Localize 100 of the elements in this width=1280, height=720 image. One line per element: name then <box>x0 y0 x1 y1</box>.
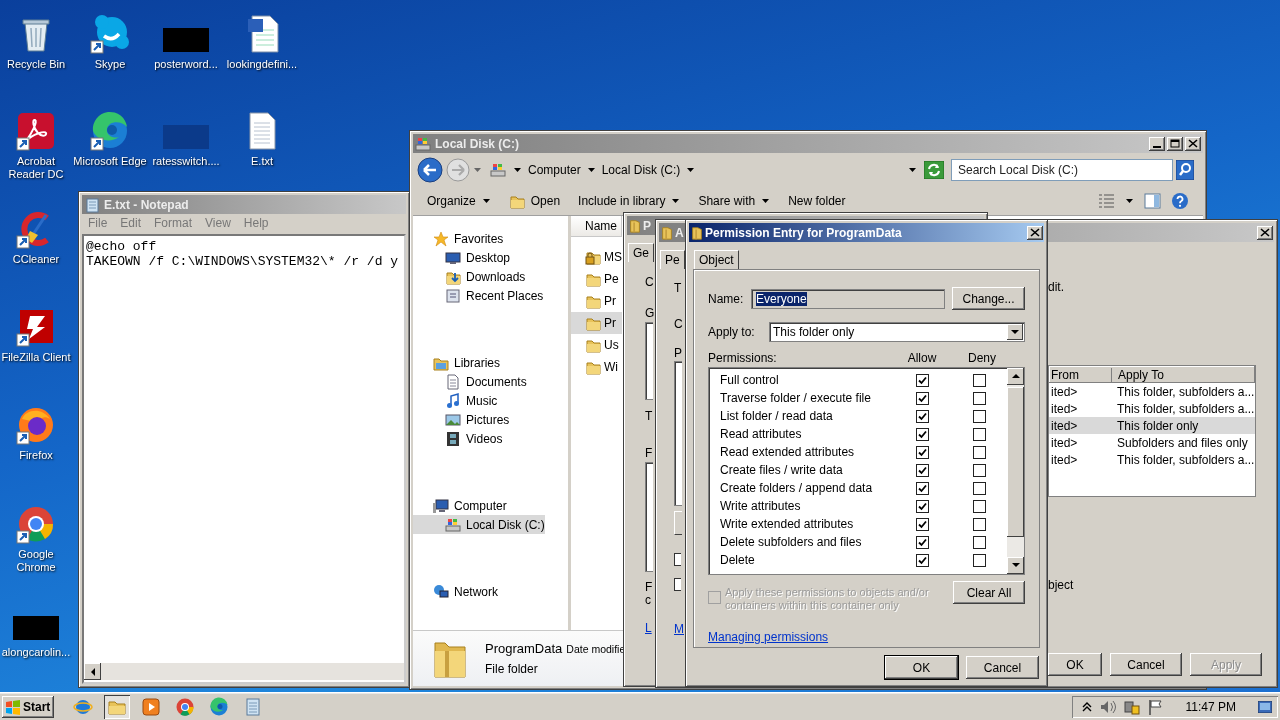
nav-item[interactable]: Recent Places <box>413 286 544 305</box>
table-row[interactable]: ited> This folder, subfolders a... <box>1049 400 1255 417</box>
speaker-icon[interactable] <box>1099 698 1116 715</box>
show-desktop-icon[interactable] <box>1258 700 1272 713</box>
nav-item[interactable]: Favorites <box>413 229 544 248</box>
table-row[interactable]: ited> This folder, subfolders a... <box>1049 451 1255 468</box>
browser-icon[interactable] <box>16 504 56 544</box>
checkbox[interactable] <box>973 553 986 567</box>
checkbox[interactable] <box>973 427 986 441</box>
folder-entry[interactable]: Pr <box>571 312 622 334</box>
network-icon[interactable] <box>1123 698 1140 715</box>
start-button[interactable]: Start <box>2 695 55 718</box>
scroll-down-button[interactable] <box>1007 557 1024 574</box>
desktop-icon-label[interactable]: FileZilla Client <box>1 351 71 364</box>
folder-entry[interactable]: Pr <box>571 290 622 312</box>
nav-item[interactable]: Desktop <box>413 248 544 267</box>
checkbox[interactable] <box>915 409 929 423</box>
desktop-icon-label[interactable]: Microsoft Edge <box>73 155 147 168</box>
checkbox[interactable] <box>915 427 929 441</box>
name-field[interactable]: Everyone <box>751 288 945 309</box>
checkbox[interactable] <box>973 481 986 495</box>
nav-item[interactable]: Network <box>413 582 498 601</box>
list-box[interactable] <box>645 462 653 572</box>
clear-all-button[interactable]: Clear All <box>953 581 1025 604</box>
browser-icon[interactable] <box>16 405 56 445</box>
checkbox[interactable] <box>915 391 929 405</box>
nav-item[interactable]: Pictures <box>413 410 527 429</box>
toolbar-button[interactable]: Organize <box>423 192 495 210</box>
change-button[interactable]: Change... <box>952 287 1025 310</box>
flag-icon[interactable] <box>1147 698 1164 715</box>
scroll-left-button[interactable] <box>84 663 101 680</box>
apply-to-dropdown[interactable]: This folder only <box>769 322 1025 342</box>
desktop-icon-label[interactable]: Firefox <box>19 449 53 462</box>
breadcrumb-item[interactable]: Computer <box>528 163 581 177</box>
checkbox[interactable] <box>915 517 929 531</box>
chat-app-icon[interactable] <box>90 14 130 54</box>
taskbar-button[interactable] <box>104 694 131 719</box>
checkbox[interactable] <box>915 535 929 549</box>
minimize-button[interactable] <box>1149 136 1165 151</box>
checkbox[interactable] <box>973 517 986 531</box>
column-header[interactable]: Apply To <box>1111 367 1255 382</box>
folder-entry[interactable]: Wi <box>571 356 622 378</box>
link[interactable]: L <box>645 621 657 635</box>
folder-entry[interactable]: MS <box>571 246 622 268</box>
table-row[interactable]: ited> This folder only <box>1049 417 1255 434</box>
checkbox[interactable] <box>915 445 929 459</box>
tab[interactable]: Pe <box>660 250 685 269</box>
table-row[interactable]: ited> This folder, subfolders a... <box>1049 383 1255 400</box>
list-box[interactable] <box>674 361 682 506</box>
dialog-button[interactable]: Cancel <box>966 656 1039 679</box>
maximize-button[interactable] <box>1167 136 1183 151</box>
folder-entry[interactable]: Us <box>571 334 622 356</box>
desktop-icon-label[interactable]: Recycle Bin <box>6 58 66 71</box>
caret-icon[interactable] <box>513 166 522 174</box>
refresh-button[interactable] <box>924 161 944 179</box>
back-button[interactable] <box>417 157 443 183</box>
close-button[interactable] <box>1185 136 1201 151</box>
nav-item[interactable]: Music <box>413 391 527 410</box>
tab[interactable]: Object <box>694 250 739 269</box>
table-row[interactable]: ited> Subfolders and files only <box>1049 434 1255 451</box>
dialog-button[interactable]: OK <box>1048 653 1102 676</box>
caret-icon[interactable] <box>686 166 696 174</box>
checkbox[interactable] <box>973 409 986 423</box>
clock[interactable]: 11:47 PM <box>1185 699 1236 714</box>
help-icon[interactable] <box>1171 192 1189 210</box>
nav-item[interactable]: Local Disk (C:) <box>413 515 545 534</box>
checkbox[interactable] <box>973 373 986 387</box>
checkbox[interactable] <box>674 553 681 566</box>
help-link[interactable]: Managing permissions <box>708 630 829 644</box>
checkbox[interactable] <box>915 499 929 513</box>
close-button[interactable] <box>1027 225 1043 240</box>
search-button[interactable] <box>1176 160 1194 180</box>
pdf-app-icon[interactable] <box>16 111 56 151</box>
toolbar-button[interactable]: Include in library <box>574 192 685 210</box>
caret-icon[interactable] <box>1125 197 1134 205</box>
list-box[interactable] <box>645 322 653 400</box>
checkbox[interactable] <box>674 578 681 591</box>
horizontal-scrollbar[interactable] <box>84 663 404 680</box>
chevron-icon[interactable] <box>1081 700 1092 713</box>
close-button[interactable] <box>1257 225 1273 240</box>
checkbox[interactable] <box>915 463 929 477</box>
nav-item[interactable]: Downloads <box>413 267 544 286</box>
button-edge[interactable] <box>674 511 682 535</box>
browser-icon[interactable] <box>90 111 130 151</box>
nav-item[interactable]: Videos <box>413 429 527 448</box>
search-field[interactable]: Search Local Disk (C:) <box>951 159 1173 181</box>
desktop-icon-label[interactable]: CCleaner <box>12 253 60 266</box>
checkbox[interactable] <box>915 481 929 495</box>
checkbox[interactable] <box>973 535 986 549</box>
desktop-icon-label[interactable]: Skype <box>94 58 126 71</box>
desktop-icon-label[interactable]: Acrobat Reader DC <box>3 155 69 181</box>
checkbox[interactable] <box>973 463 986 477</box>
desktop-icon-label[interactable]: alongcarolin... <box>1 646 71 659</box>
tab[interactable]: Ge <box>628 243 654 262</box>
dropdown-caret-icon[interactable] <box>908 166 917 174</box>
desktop-icon-label[interactable]: posterword... <box>154 58 218 71</box>
folder-entry[interactable]: Pe <box>571 268 622 290</box>
nav-item[interactable]: Computer <box>413 496 545 515</box>
desktop-icon-label[interactable]: lookingdefini... <box>226 58 298 71</box>
desktop-icon-label[interactable]: E.txt <box>251 155 273 168</box>
